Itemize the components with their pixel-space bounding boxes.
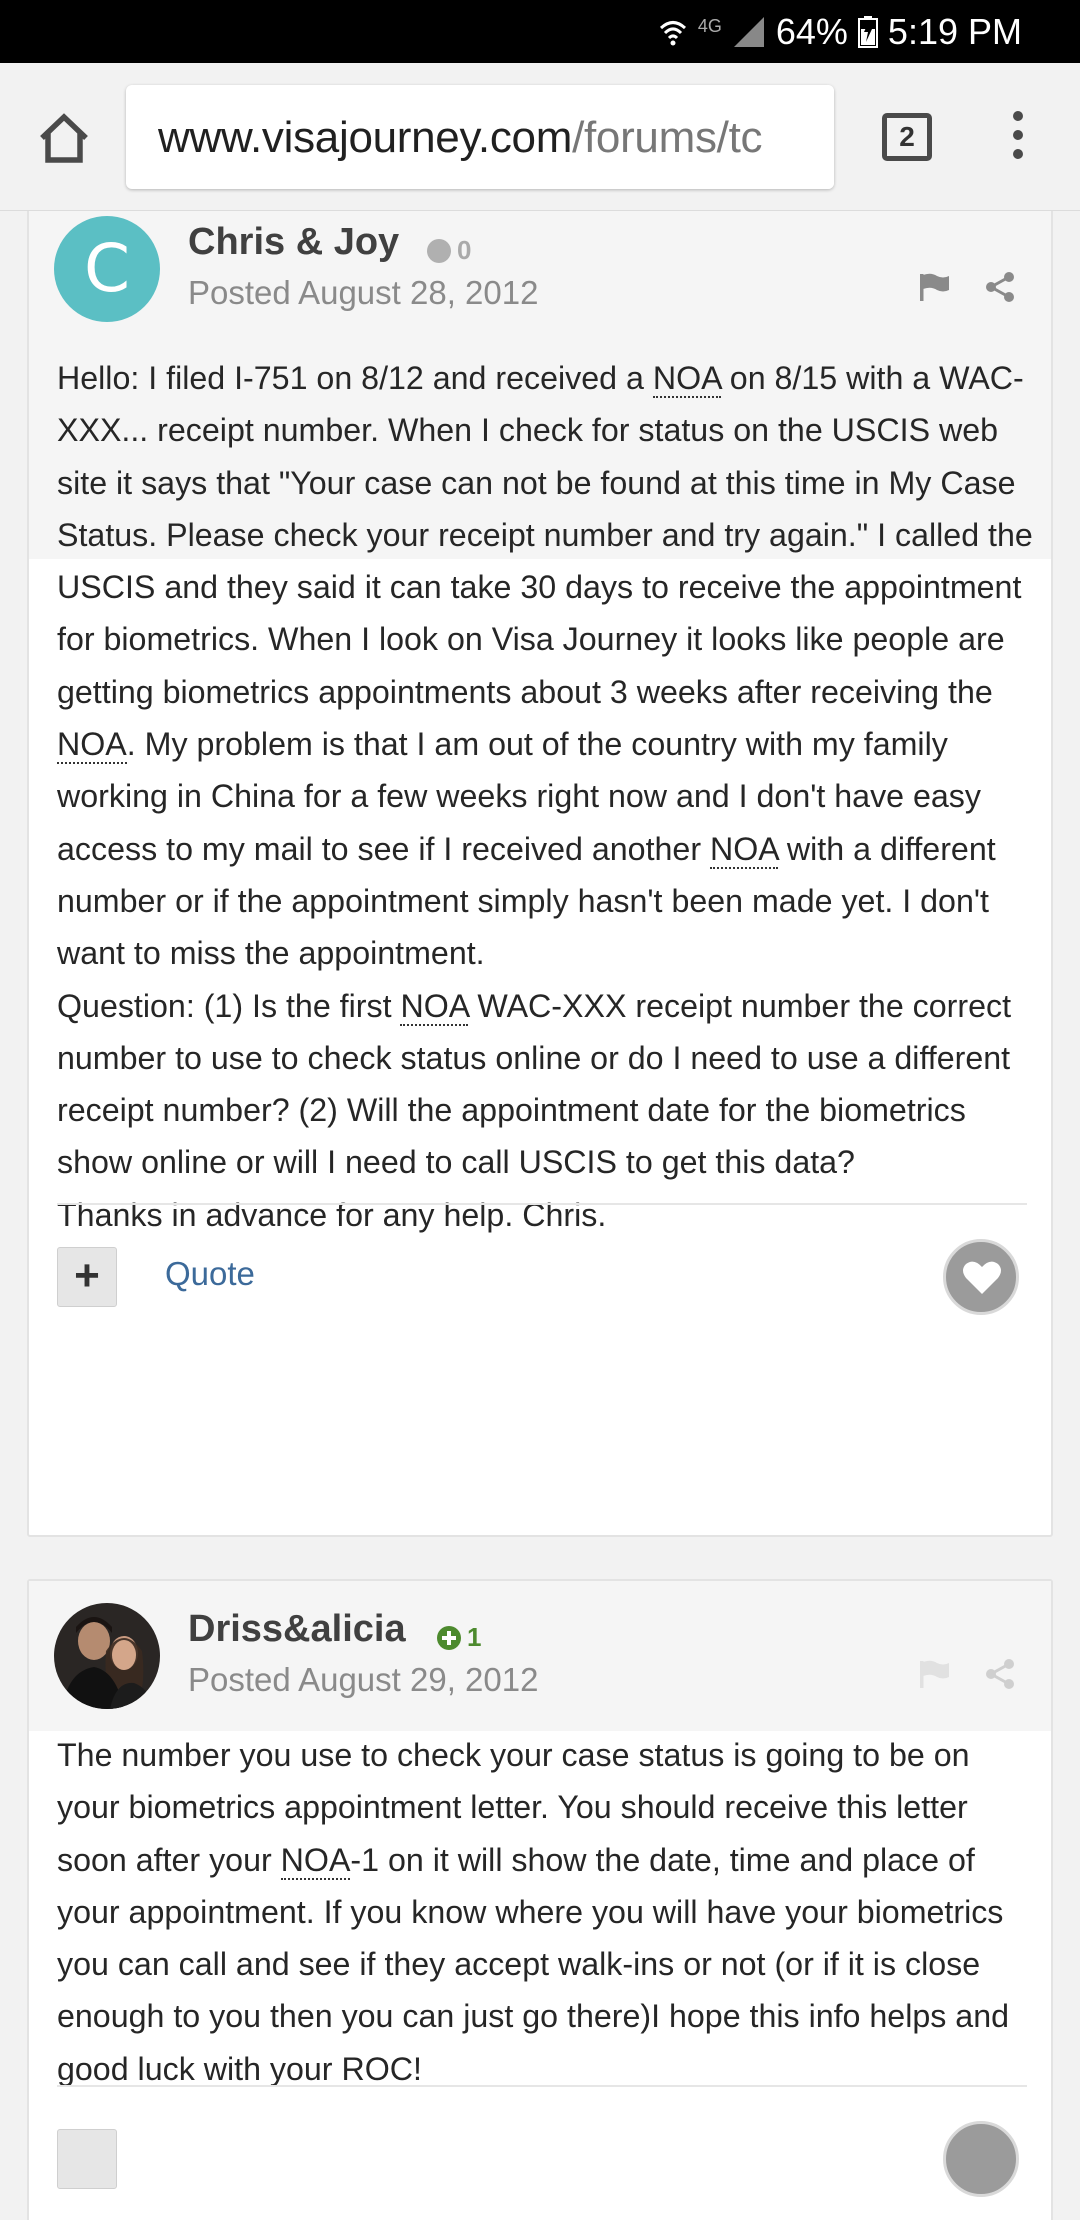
- report-flag-icon[interactable]: [917, 1657, 951, 1691]
- author-name[interactable]: Chris & Joy: [188, 221, 399, 264]
- reputation-badge: 0: [427, 235, 471, 266]
- menu-dot-icon: [1013, 130, 1023, 140]
- url-path: /forums/tc: [572, 113, 763, 162]
- menu-dot-icon: [1013, 149, 1023, 159]
- post-divider: [57, 1203, 1027, 1205]
- post-text: on 8/15 with a WAC-XXX... receipt number…: [57, 360, 1033, 710]
- clock: 5:19 PM: [887, 11, 1022, 52]
- post-divider: [57, 2085, 1027, 2087]
- reputation-count: 0: [457, 235, 472, 265]
- address-bar[interactable]: www.visajourney.com/forums/tc: [126, 85, 834, 189]
- report-flag-icon[interactable]: [917, 270, 951, 304]
- neutral-dot-icon: [427, 238, 451, 263]
- page-content: C Chris & Joy 0 Posted August 28, 2012 H…: [0, 211, 1080, 2220]
- abbreviation: NOA: [280, 1841, 351, 1880]
- like-button[interactable]: [943, 1239, 1019, 1315]
- post-paragraph: The number you use to check your case st…: [57, 1729, 1037, 2095]
- abbreviation: NOA: [652, 360, 721, 398]
- user-photo: [54, 1603, 160, 1709]
- heart-icon: [963, 1261, 1001, 1294]
- post-paragraph: Question: (1) Is the first NOA WAC-XXX r…: [57, 980, 1037, 1189]
- reputation-badge: 1: [437, 1622, 481, 1653]
- browser-toolbar: www.visajourney.com/forums/tc 2: [0, 63, 1080, 211]
- avatar[interactable]: C: [54, 216, 160, 322]
- url-domain: www.visajourney.com: [158, 113, 573, 162]
- network-type: 4G: [697, 15, 722, 36]
- tab-switcher-button[interactable]: 2: [882, 113, 932, 161]
- post-date: Posted August 28, 2012: [188, 274, 539, 311]
- quote-link[interactable]: Quote: [165, 1255, 255, 1293]
- share-icon[interactable]: [983, 270, 1017, 304]
- post-body: Hello: I filed I-751 on 8/12 and receive…: [57, 352, 1037, 1241]
- post-header: [29, 1581, 1051, 1731]
- post-date: Posted August 29, 2012: [188, 1661, 539, 1698]
- reputation-count: 1: [467, 1622, 482, 1652]
- post-text: Hello: I filed I-751 on 8/12 and receive…: [57, 360, 653, 396]
- post-body: The number you use to check your case st…: [57, 1729, 1037, 2095]
- forum-post: Driss&alicia 1 Posted August 29, 2012 Th…: [27, 1579, 1053, 2220]
- post-paragraph: Hello: I filed I-751 on 8/12 and receive…: [57, 352, 1037, 980]
- wifi-icon: [659, 21, 686, 46]
- multiquote-button[interactable]: [57, 2129, 117, 2189]
- abbreviation: NOA: [57, 726, 127, 765]
- menu-dot-icon: [1013, 111, 1023, 121]
- like-button[interactable]: [943, 2121, 1019, 2197]
- status-bar: 4G 64% 5:19 PM: [0, 0, 1080, 63]
- post-text: Question: (1) Is the first: [57, 987, 401, 1024]
- avatar[interactable]: [54, 1603, 160, 1709]
- share-icon[interactable]: [983, 1657, 1017, 1691]
- post-paragraph: Thanks in advance for any help. Chris.: [57, 1189, 1037, 1241]
- author-name[interactable]: Driss&alicia: [188, 1608, 406, 1651]
- forum-post: C Chris & Joy 0 Posted August 28, 2012 H…: [27, 211, 1053, 1537]
- home-icon: [40, 113, 88, 163]
- abbreviation: NOA: [400, 987, 469, 1026]
- battery-icon: [857, 16, 878, 48]
- url-fade: [794, 85, 834, 189]
- plus-circle-icon: [437, 1625, 461, 1650]
- home-button[interactable]: [34, 108, 94, 168]
- overflow-menu-button[interactable]: [1000, 111, 1036, 167]
- abbreviation: NOA: [709, 830, 778, 869]
- signal-icon: [733, 17, 764, 47]
- url-text: www.visajourney.com/forums/tc: [158, 113, 763, 163]
- battery-percent: 64%: [775, 11, 848, 52]
- post-text: -1 on it will show the date, time and pl…: [57, 1841, 1009, 2087]
- multiquote-button[interactable]: +: [57, 1247, 117, 1307]
